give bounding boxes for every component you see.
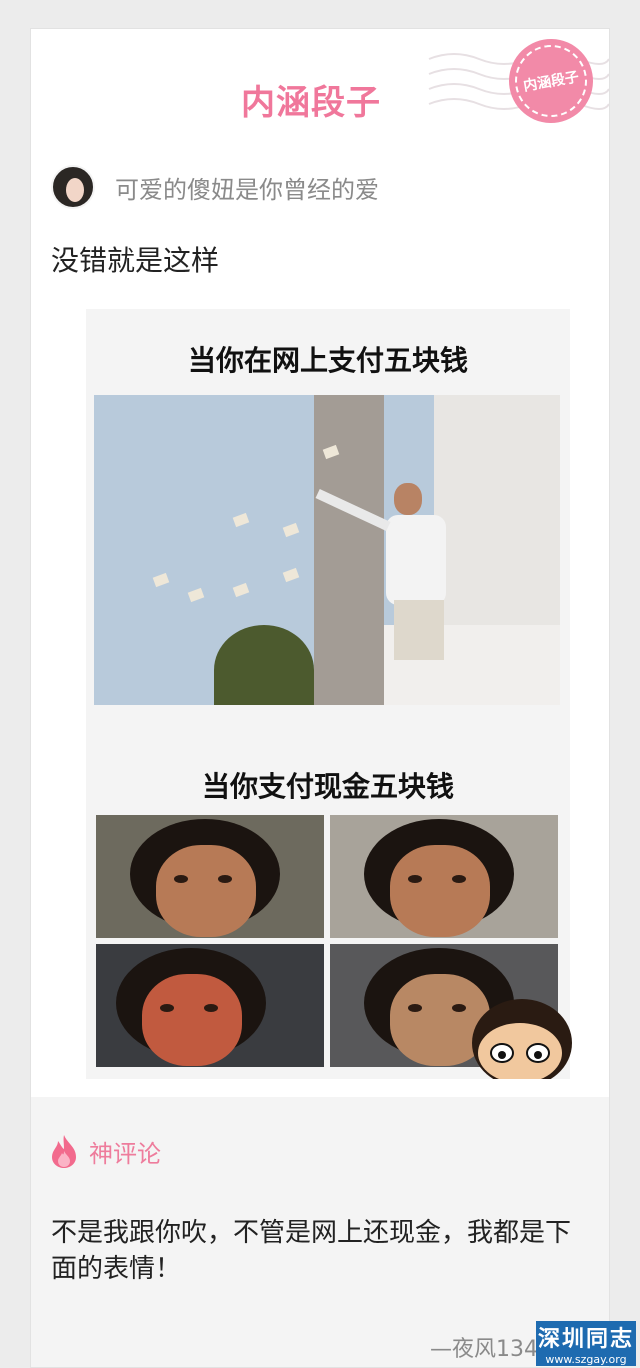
meme-caption-top: 当你在网上支付五块钱 (187, 344, 468, 377)
meme-caption-bottom: 当你支付现金五块钱 (201, 770, 454, 803)
kid-frame (96, 815, 324, 938)
comment-text: 不是我跟你吹，不管是网上还现金，我都是下面的表情！ (51, 1218, 572, 1284)
meme-image[interactable]: 当你在网上支付五块钱 当你支付现金五块钱 (86, 309, 572, 1079)
post-card: 内涵段子 内涵段子 可爱的傻妞是你曾经的爱 没错就是这样 当你在网上支付五块钱 (30, 28, 610, 1368)
kid-frame (96, 944, 324, 1067)
hot-comments-header: 神评论 (49, 1133, 161, 1169)
site-watermark: 深圳同志 www.szgay.org (536, 1321, 636, 1366)
post-author[interactable]: 可爱的傻妞是你曾经的爱 (51, 165, 379, 209)
flame-icon (52, 1135, 76, 1168)
meme-scene-yacht (94, 395, 560, 705)
author-name[interactable]: 可爱的傻妞是你曾经的爱 (115, 170, 379, 205)
avatar-face (66, 178, 84, 202)
avatar[interactable] (51, 165, 95, 209)
hot-comments-label: 神评论 (89, 1139, 161, 1168)
post-text: 没错就是这样 (51, 244, 220, 277)
brand-logo: 内涵段子 (241, 83, 381, 123)
hot-comments-section: 神评论 不是我跟你吹，不管是网上还现金，我都是下面的表情！ —夜风13408..… (31, 1097, 609, 1367)
cartoon-face-sticker (472, 999, 572, 1079)
kid-frame (330, 815, 558, 938)
watermark-title: 深圳同志 (536, 1321, 636, 1353)
watermark-url: www.szgay.org (536, 1353, 636, 1366)
stamp-text: 内涵段子 (509, 39, 593, 123)
header: 内涵段子 内涵段子 (31, 29, 609, 139)
